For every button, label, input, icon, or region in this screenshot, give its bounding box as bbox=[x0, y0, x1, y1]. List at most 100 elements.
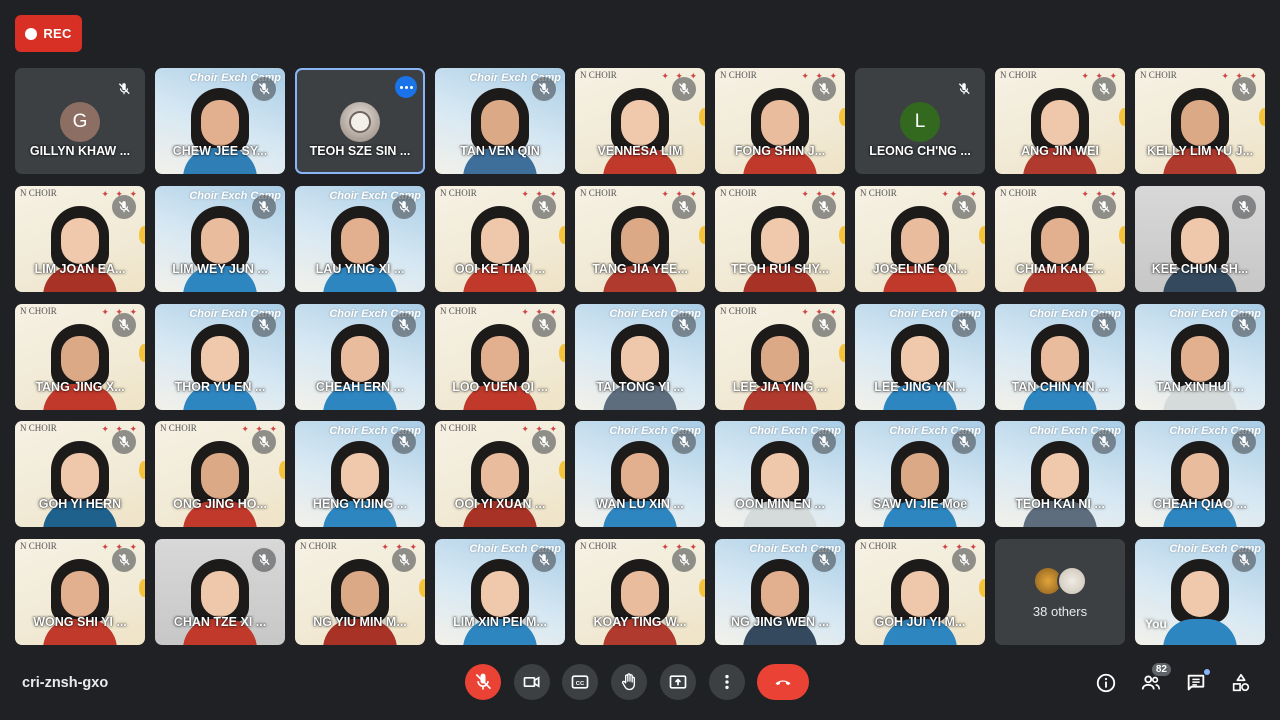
participant-tile[interactable]: TEOH SZE SIN ... bbox=[295, 68, 425, 174]
participant-tile[interactable]: N CHOIR ✦ ✦ ✦ GOH YI HERN bbox=[15, 421, 145, 528]
camera-toggle-button[interactable] bbox=[514, 664, 550, 700]
participant-tile[interactable]: N CHOIR ✦ ✦ ✦ ONG JING HO... bbox=[155, 421, 285, 528]
muted-mic-icon bbox=[672, 548, 696, 572]
participant-tile[interactable]: N CHOIR ✦ ✦ ✦ FONG SHIN J... bbox=[715, 68, 845, 174]
participant-name: TAN VEN QIN bbox=[460, 144, 540, 158]
participant-tile[interactable]: N CHOIR ✦ ✦ ✦ OOI KE TIAN ... bbox=[435, 185, 565, 292]
participant-tile[interactable]: N CHOIR ✦ ✦ ✦ CHIAM KAI E... bbox=[995, 185, 1125, 292]
decoration-dot bbox=[559, 461, 565, 480]
participant-tile[interactable]: N CHOIR ✦ ✦ ✦ JOSELINE ON... bbox=[855, 185, 985, 292]
participant-video bbox=[603, 557, 677, 645]
participant-tile[interactable]: Choir Exch Camp THOR YU EN ... bbox=[155, 303, 285, 410]
mic-toggle-button[interactable] bbox=[465, 664, 501, 700]
participant-tile[interactable]: N CHOIR ✦ ✦ ✦ LOO YUEN QI ... bbox=[435, 303, 565, 410]
participant-tile[interactable]: N CHOIR ✦ ✦ ✦ LEE JIA YING ... bbox=[715, 303, 845, 410]
choir-logo-text: N CHOIR bbox=[860, 187, 897, 198]
participant-tile[interactable]: Choir Exch Camp CHEAH QIAO ... bbox=[1135, 421, 1265, 528]
decoration-dot bbox=[559, 225, 565, 244]
participant-tile[interactable]: Choir Exch Camp OON MIN EN ... bbox=[715, 421, 845, 528]
choir-logo-text: N CHOIR bbox=[20, 541, 57, 551]
participant-name: TEOH SZE SIN ... bbox=[309, 144, 411, 158]
choir-logo-text: N CHOIR bbox=[440, 423, 477, 434]
participant-tile[interactable]: L LEONG CH'NG ... bbox=[855, 68, 985, 174]
activities-icon bbox=[1232, 673, 1250, 692]
captions-button[interactable]: CC bbox=[562, 664, 598, 700]
muted-mic-icon bbox=[1092, 312, 1116, 337]
muted-mic-icon bbox=[672, 312, 696, 337]
participant-tile[interactable]: Choir Exch Camp HENG YIJING ... bbox=[295, 421, 425, 528]
participant-tile[interactable]: Choir Exch Camp SAW VI JIE Moe bbox=[855, 421, 985, 528]
participant-tile[interactable]: Choir Exch Camp CHEW JEE SY... bbox=[155, 68, 285, 174]
participant-tile[interactable]: Choir Exch Camp TAN XIN HUI ... bbox=[1135, 303, 1265, 410]
participant-tile[interactable]: Choir Exch Camp TAI TONG YI ... bbox=[575, 303, 705, 410]
chat-button[interactable] bbox=[1184, 669, 1210, 695]
participant-tile[interactable]: N CHOIR ✦ ✦ ✦ KOAY TING W... bbox=[575, 539, 705, 645]
end-call-icon bbox=[775, 680, 791, 686]
participant-name: CHEW JEE SY... bbox=[172, 144, 268, 158]
participant-tile[interactable]: N CHOIR ✦ ✦ ✦ GOH JUI YI M... bbox=[855, 539, 985, 645]
participant-tile[interactable]: Choir Exch Camp WAN LU XIN ... bbox=[575, 421, 705, 528]
people-button[interactable]: 82 bbox=[1139, 663, 1171, 695]
participant-tile[interactable]: N CHOIR ✦ ✦ ✦ KELLY LIM YU J... bbox=[1135, 68, 1265, 174]
participant-tile[interactable]: Choir Exch Camp TAN VEN QIN bbox=[435, 68, 565, 174]
decoration-dot bbox=[139, 343, 145, 362]
raise-hand-button[interactable] bbox=[611, 664, 647, 700]
participant-tile[interactable]: CHAN TZE XI ... bbox=[155, 539, 285, 645]
muted-mic-icon bbox=[1232, 548, 1256, 572]
muted-mic-icon bbox=[952, 548, 976, 572]
activities-button[interactable] bbox=[1229, 671, 1253, 695]
participant-name: LOO YUEN QI ... bbox=[452, 379, 548, 394]
meeting-details-button[interactable] bbox=[1094, 671, 1118, 695]
participant-tile[interactable]: Choir Exch Camp NG JING WEN ... bbox=[715, 539, 845, 645]
participant-tile[interactable]: KEE CHUN SH... bbox=[1135, 185, 1265, 292]
participant-tile[interactable]: G GILLYN KHAW ... bbox=[15, 68, 145, 174]
participant-tile[interactable]: N CHOIR ✦ ✦ ✦ TEOH RUI SHY... bbox=[715, 185, 845, 292]
participant-tile[interactable]: N CHOIR ✦ ✦ ✦ VENNESA LIM bbox=[575, 68, 705, 174]
participant-name: TAN XIN HUI ... bbox=[1156, 379, 1244, 394]
participant-tile[interactable]: Choir Exch Camp TEOH KAI NI ... bbox=[995, 421, 1125, 528]
participant-tile[interactable]: N CHOIR ✦ ✦ ✦ TANG JIA YEE... bbox=[575, 185, 705, 292]
participant-tile[interactable]: Choir Exch Camp LEE JING YIN... bbox=[855, 303, 985, 410]
decoration-dot bbox=[1119, 225, 1125, 244]
participant-name: CHEAH QIAO ... bbox=[1153, 497, 1247, 512]
participant-tile[interactable]: N CHOIR ✦ ✦ ✦ ANG JIN WEI bbox=[995, 68, 1125, 174]
participant-name: TAI TONG YI ... bbox=[596, 379, 684, 394]
muted-mic-icon bbox=[252, 194, 276, 219]
participant-tile[interactable]: Choir Exch Camp You bbox=[1135, 539, 1265, 645]
participant-tile[interactable]: N CHOIR ✦ ✦ ✦ WONG SHI YI ... bbox=[15, 539, 145, 645]
more-options-button[interactable] bbox=[709, 664, 745, 700]
muted-mic-icon bbox=[812, 77, 836, 101]
decoration-dot bbox=[139, 579, 145, 597]
muted-mic-icon bbox=[1232, 430, 1256, 455]
participant-tile[interactable]: N CHOIR ✦ ✦ ✦ NG YIU MIN M... bbox=[295, 539, 425, 645]
muted-mic-icon bbox=[112, 194, 136, 219]
mic-off-icon bbox=[475, 673, 492, 690]
participant-video bbox=[743, 439, 817, 528]
participant-name: GILLYN KHAW ... bbox=[29, 144, 131, 158]
participant-tile[interactable]: Choir Exch Camp LAU YING XI ... bbox=[295, 185, 425, 292]
participant-video bbox=[323, 557, 397, 645]
participant-name: WONG SHI YI ... bbox=[33, 615, 127, 629]
participant-video bbox=[43, 322, 117, 410]
muted-mic-icon bbox=[112, 77, 136, 101]
participant-tile[interactable]: Choir Exch Camp CHEAH ERN ... bbox=[295, 303, 425, 410]
participant-tile[interactable]: N CHOIR ✦ ✦ ✦ LIM JOAN EA... bbox=[15, 185, 145, 292]
participant-name: FONG SHIN J... bbox=[734, 144, 826, 158]
participant-tile[interactable]: Choir Exch Camp LIM XIN PEI M... bbox=[435, 539, 565, 645]
participant-tile[interactable]: 38 others bbox=[995, 539, 1125, 645]
participant-tile[interactable]: Choir Exch Camp LIM WEY JUN ... bbox=[155, 185, 285, 292]
muted-mic-icon bbox=[532, 430, 556, 455]
participant-video bbox=[463, 439, 537, 528]
participant-name: LAU YING XI ... bbox=[315, 261, 405, 276]
rec-dot-icon bbox=[25, 27, 38, 40]
participant-tile[interactable]: N CHOIR ✦ ✦ ✦ OOI YI XUAN ... bbox=[435, 421, 565, 528]
tile-options-button[interactable] bbox=[395, 76, 417, 98]
participant-tile[interactable]: N CHOIR ✦ ✦ ✦ TANG JING X... bbox=[15, 303, 145, 410]
participant-video bbox=[1163, 322, 1237, 410]
participant-video bbox=[603, 86, 677, 174]
choir-logo-text: N CHOIR bbox=[20, 423, 57, 434]
leave-call-button[interactable] bbox=[757, 664, 809, 700]
participant-name: ANG JIN WEI bbox=[1021, 144, 1099, 158]
present-button[interactable] bbox=[660, 664, 696, 700]
participant-tile[interactable]: Choir Exch Camp TAN CHIN YIN ... bbox=[995, 303, 1125, 410]
